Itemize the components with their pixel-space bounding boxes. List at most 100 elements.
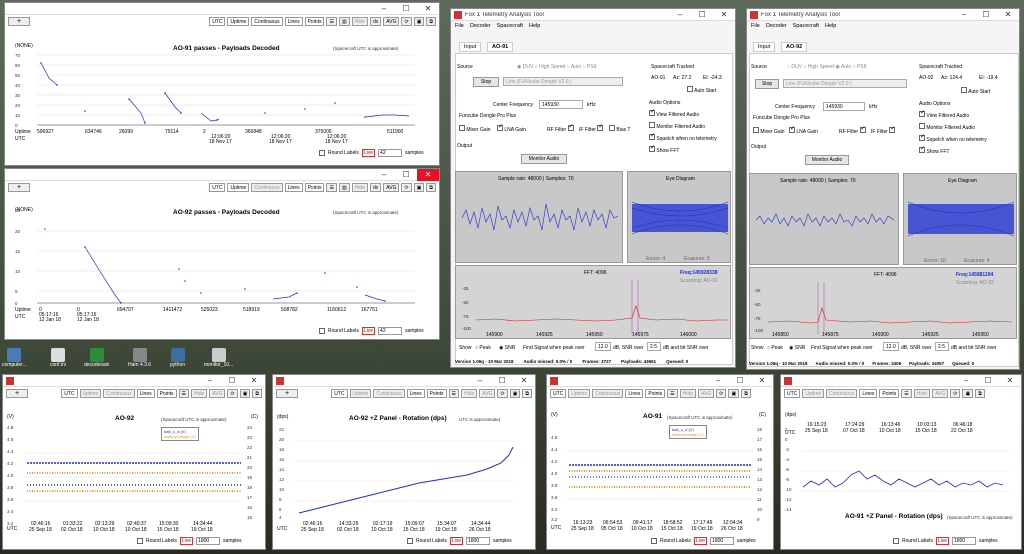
samples-input[interactable]: 42 [378, 149, 403, 157]
desktop-icon-monitor[interactable]: monitor_10... [204, 348, 233, 368]
squelch-checkbox[interactable]: Squelch when no telemetry [649, 132, 717, 142]
round-labels-checkbox[interactable] [137, 538, 143, 544]
rf-filter-checkbox[interactable]: RF Filter [547, 123, 574, 133]
live-button[interactable]: Live [449, 537, 464, 545]
center-frequency-input[interactable]: 145930 [823, 102, 865, 111]
titlebar[interactable]: Fox 1 Telemetry Analysis Tool – ☐ ✕ [451, 9, 735, 21]
ao91-rotation-window[interactable]: – ☐ ✕ UTC Uptime Continuous Lines Points… [780, 374, 1022, 550]
auto-start-checkbox[interactable]: Auto Start [961, 87, 990, 95]
stop-button[interactable]: Stop [473, 77, 499, 87]
monitor-filtered-audio-checkbox[interactable]: Monitor Filtered Audio [919, 123, 975, 131]
auto-start-checkbox[interactable]: Auto Start [687, 86, 716, 94]
tab-input[interactable]: Input [753, 42, 776, 52]
mixer-gain-checkbox[interactable]: Mixer Gain [459, 125, 491, 133]
maximize-button[interactable]: ☐ [975, 9, 997, 21]
svg-text:4.4: 4.4 [551, 447, 558, 452]
ao92-rotation-window[interactable]: – ☐ ✕ + UTC Uptime Continuous Lines Poin… [272, 374, 536, 550]
samples-input[interactable]: 1800 [196, 537, 221, 545]
lna-gain-checkbox[interactable]: LNA Gain [497, 123, 526, 133]
status-bar: Version 1.06q - 10 Mar 2018 Audio missed… [749, 361, 974, 366]
svg-text:+: + [956, 220, 960, 226]
maximize-button[interactable]: ☐ [691, 9, 713, 21]
peak-radio[interactable]: ○ Peak [475, 345, 491, 351]
menu-help[interactable]: Help [529, 23, 540, 29]
round-labels-checkbox[interactable] [407, 538, 413, 544]
show-fft-checkbox[interactable]: Show FFT [919, 145, 949, 155]
live-button[interactable]: Live [179, 537, 194, 545]
round-labels-checkbox[interactable] [319, 328, 325, 334]
round-labels-checkbox[interactable] [651, 538, 657, 544]
stop-button[interactable]: Stop [755, 79, 779, 89]
tab-ao91[interactable]: AO-91 [487, 42, 514, 52]
center-frequency-input[interactable]: 145930 [539, 100, 583, 109]
utc-label: UTC [785, 430, 796, 436]
desktop-icon-conf[interactable]: conf.ini [50, 348, 66, 368]
live-button[interactable]: Live [935, 537, 950, 545]
mixer-gain-checkbox[interactable]: Mixer Gain [753, 127, 785, 135]
desktop-icon-decodes[interactable]: decodesalx [84, 348, 109, 368]
snr-threshold-input[interactable]: 2.5 [935, 342, 949, 351]
samples-input[interactable]: 1800 [952, 537, 977, 545]
ao91-battery-window[interactable]: – ☐ ✕ UTC Uptime Continuous Lines Points… [546, 374, 774, 550]
live-button[interactable]: Live [361, 149, 376, 157]
snr-threshold-input[interactable]: 2.5 [647, 342, 661, 351]
desktop-icon-label: decodesalx [84, 362, 110, 368]
ao91-passes-window[interactable]: – ☐ ✕ + UTC Uptime Continuous Lines Poin… [4, 2, 440, 166]
round-labels-checkbox[interactable] [893, 538, 899, 544]
round-labels-checkbox[interactable] [319, 150, 325, 156]
samples-input[interactable]: 1800 [466, 537, 491, 545]
if-filter-checkbox[interactable]: IF Filter [579, 123, 603, 133]
snr-radio[interactable]: ◉ SNR [789, 345, 805, 351]
peak-threshold-input[interactable]: 12.0 [883, 342, 899, 351]
peak-radio[interactable]: ○ Peak [767, 345, 783, 351]
view-filtered-audio-checkbox[interactable]: View Filtered Audio [919, 109, 969, 119]
desktop-icon-computer[interactable]: computer... [2, 348, 27, 368]
lna-gain-checkbox[interactable]: LNA Gain [789, 125, 818, 135]
menu-file[interactable]: File [455, 23, 464, 29]
ao92-battery-window[interactable]: – ☐ ✕ + UTC Uptime Continuous Lines Poin… [2, 374, 266, 550]
menu-decoder[interactable]: Decoder [470, 23, 491, 29]
live-button[interactable]: Live [361, 327, 376, 335]
samples-input[interactable]: 42 [378, 327, 403, 335]
peak-threshold-input[interactable]: 12.0 [595, 342, 611, 351]
view-filtered-audio-checkbox[interactable]: View Filtered Audio [649, 108, 699, 118]
menu-file[interactable]: File [751, 23, 760, 29]
desktop-icon-label: python [170, 362, 186, 368]
close-button[interactable]: ✕ [713, 9, 735, 21]
svg-text:3.4: 3.4 [551, 507, 558, 512]
squelch-checkbox[interactable]: Squelch when no telemetry [919, 133, 987, 143]
svg-text:3.6: 3.6 [551, 495, 558, 500]
fox-telemetry-window-ao91[interactable]: Fox 1 Telemetry Analysis Tool – ☐ ✕ File… [450, 8, 736, 368]
ao92-passes-window[interactable]: – ☐ ✕ + UTC Uptime Continuous Lines Poin… [4, 168, 440, 340]
svg-text:16: 16 [757, 447, 763, 452]
tab-ao92[interactable]: AO-92 [781, 42, 808, 52]
source-device-select[interactable]: Line (FUNcube Dongle V2.0 ) [783, 79, 907, 88]
tab-input[interactable]: Input [459, 42, 482, 52]
source-device-select[interactable]: Line (FUNcube Dongle V2.0 ) [503, 77, 623, 86]
rf-filter-checkbox[interactable]: RF Filter [839, 125, 866, 135]
if-filter-checkbox[interactable]: IF Filter [871, 125, 895, 135]
x-date: 07 Oct 18 [843, 428, 865, 434]
erasures-label: Erasures: 4 [964, 258, 990, 264]
minimize-button[interactable]: – [953, 9, 975, 21]
menu-decoder[interactable]: Decoder [766, 23, 787, 29]
monitor-filtered-audio-checkbox[interactable]: Monitor Filtered Audio [649, 122, 705, 130]
samples-input[interactable]: 1800 [710, 537, 735, 545]
mode-radio-group[interactable]: ○ DUV ○ High Speed ◉ Auto ○ PSK [787, 64, 867, 70]
close-button[interactable]: ✕ [997, 9, 1019, 21]
menu-spacecraft[interactable]: Spacecraft [497, 23, 523, 29]
live-button[interactable]: Live [693, 537, 708, 545]
menu-help[interactable]: Help [825, 23, 836, 29]
mode-radio-group[interactable]: ◉ DUV ○ High Speed ○ Auto ○ PSK [517, 64, 597, 70]
monitor-audio-button[interactable]: Monitor Audio [805, 155, 849, 165]
fox-telemetry-window-ao92[interactable]: Fox 1 Telemetry Analysis Tool – ☐ ✕ File… [746, 8, 1020, 370]
menu-spacecraft[interactable]: Spacecraft [793, 23, 819, 29]
monitor-audio-button[interactable]: Monitor Audio [521, 154, 567, 164]
desktop-icon-ham[interactable]: Ham 4.3.6 [128, 348, 151, 368]
titlebar[interactable]: Fox 1 Telemetry Analysis Tool – ☐ ✕ [747, 9, 1019, 21]
snr-radio[interactable]: ◉ SNR [499, 345, 515, 351]
show-fft-checkbox[interactable]: Show FFT [649, 144, 679, 154]
desktop-icon-python[interactable]: python [170, 348, 185, 368]
bias-t-checkbox[interactable]: Bias T [609, 125, 630, 133]
minimize-button[interactable]: – [669, 9, 691, 21]
